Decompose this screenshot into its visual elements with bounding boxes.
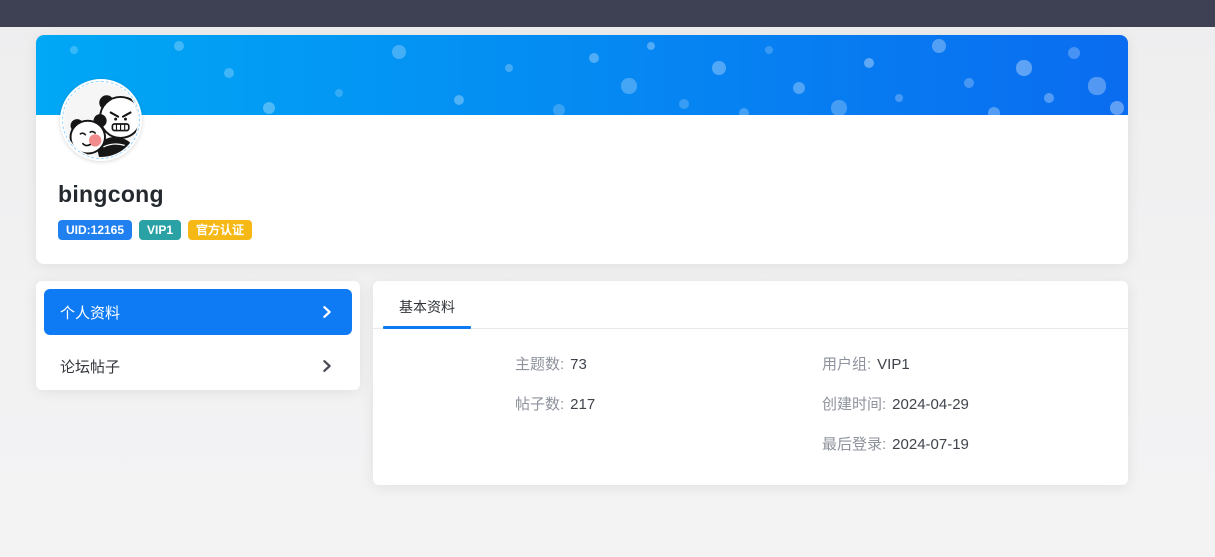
banner-bubbles-decoration <box>36 35 42 41</box>
vip-badge: VIP1 <box>139 220 181 240</box>
stat-label: 创建时间: <box>822 396 886 413</box>
chevron-right-icon <box>320 359 334 373</box>
panda-meme-image <box>64 83 142 161</box>
stat-label: 用户组: <box>822 356 871 373</box>
sidebar-item-forum-posts[interactable]: 论坛帖子 <box>44 343 352 389</box>
tab-basic-info[interactable]: 基本资料 <box>399 297 455 317</box>
stat-value: 2024-07-19 <box>892 436 969 453</box>
top-navigation-bar <box>0 0 1215 27</box>
profile-banner <box>36 35 1128 115</box>
badge-row: UID:12165 VIP1 官方认证 <box>58 220 252 240</box>
stat-value: 73 <box>570 356 587 373</box>
chevron-right-icon <box>320 305 334 319</box>
username: bingcong <box>58 181 164 208</box>
active-tab-indicator <box>383 326 471 329</box>
uid-badge: UID:12165 <box>58 220 132 240</box>
stat-label: 主题数: <box>515 356 564 373</box>
profile-sidebar: 个人资料 论坛帖子 <box>36 281 360 390</box>
tab-bar: 基本资料 <box>373 281 1128 329</box>
stat-post-count: 帖子数: 217 <box>515 395 595 415</box>
profile-detail-panel: 基本资料 主题数: 73 帖子数: 217 用户组: VIP1 创建时间: 2024-0… <box>373 281 1128 485</box>
stat-label: 帖子数: <box>515 396 564 413</box>
stat-value: 217 <box>570 396 595 413</box>
sidebar-item-label: 个人资料 <box>60 302 120 323</box>
sidebar-item-personal-profile[interactable]: 个人资料 <box>44 289 352 335</box>
stat-user-group: 用户组: VIP1 <box>822 355 910 375</box>
stat-created-date: 创建时间: 2024-04-29 <box>822 395 969 415</box>
stat-value: VIP1 <box>877 356 910 373</box>
stat-topic-count: 主题数: 73 <box>515 355 587 375</box>
stat-value: 2024-04-29 <box>892 396 969 413</box>
avatar <box>60 79 142 161</box>
profile-header-card: bingcong UID:12165 VIP1 官方认证 <box>36 35 1128 264</box>
stat-last-login: 最后登录: 2024-07-19 <box>822 435 969 455</box>
official-verified-badge: 官方认证 <box>188 220 252 240</box>
stat-label: 最后登录: <box>822 436 886 453</box>
sidebar-item-label: 论坛帖子 <box>60 356 120 377</box>
